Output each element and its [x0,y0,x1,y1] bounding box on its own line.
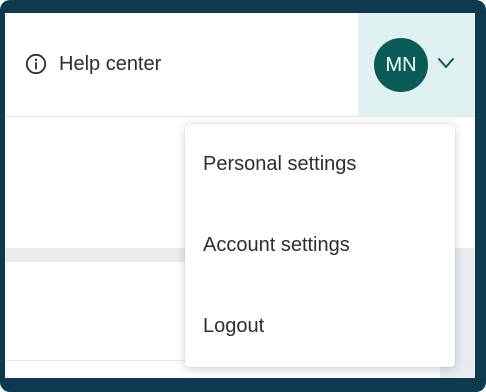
help-center-label: Help center [59,52,162,75]
menu-item-label: Logout [203,315,265,337]
menu-item-personal-settings[interactable]: Personal settings [185,124,455,205]
avatar-initials: MN [385,53,417,76]
chevron-down-icon [438,58,454,68]
page: Help center MN Personal settings Account… [5,13,475,378]
avatar: MN [374,38,428,92]
menu-item-label: Account settings [203,234,350,256]
info-icon [25,53,47,75]
menu-item-account-settings[interactable]: Account settings [185,205,455,286]
window-frame: Help center MN Personal settings Account… [0,0,486,392]
help-center-link[interactable]: Help center [25,52,161,76]
user-menu-button[interactable]: MN [358,13,475,116]
user-dropdown-menu: Personal settings Account settings Logou… [185,124,455,367]
top-bar: Help center MN [5,13,475,117]
menu-item-logout[interactable]: Logout [185,286,455,367]
menu-item-label: Personal settings [203,153,357,175]
